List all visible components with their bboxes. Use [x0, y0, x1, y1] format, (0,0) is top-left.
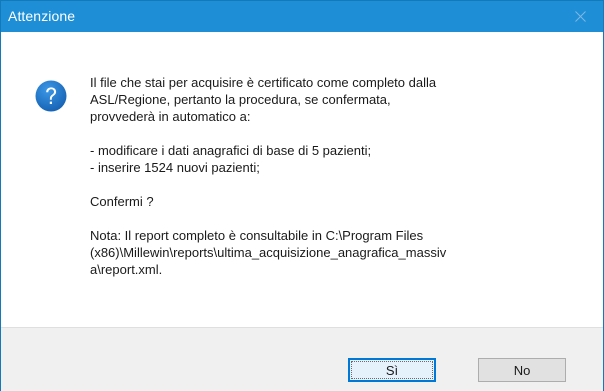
no-button[interactable]: No	[478, 358, 566, 382]
close-button[interactable]	[557, 1, 603, 32]
confirm-question: Confermi ?	[90, 194, 154, 209]
close-icon	[574, 11, 586, 22]
confirmation-dialog: Attenzione Il file che stai per acquisir…	[0, 0, 604, 391]
dialog-content: Il file che stai per acquisire è certifi…	[1, 32, 603, 327]
note-line: (x86)\Millewin\reports\ultima_acquisizio…	[90, 245, 447, 260]
no-button-label: No	[513, 362, 531, 378]
note-line: Nota: Il report completo è consultabile …	[90, 228, 424, 243]
message-text: Il file che stai per acquisire è certifi…	[90, 74, 580, 278]
message-line: Il file che stai per acquisire è certifi…	[90, 75, 437, 90]
note-line: a\report.xml.	[90, 262, 163, 277]
message-line: ASL/Regione, pertanto la procedura, se c…	[90, 92, 391, 107]
bullet-line: - inserire 1524 nuovi pazienti;	[90, 160, 260, 175]
title-bar[interactable]: Attenzione	[1, 1, 603, 32]
window-title: Attenzione	[8, 8, 76, 24]
button-bar: Sì No	[1, 327, 603, 391]
yes-button[interactable]: Sì	[348, 358, 436, 382]
bullet-line: - modificare i dati anagrafici di base d…	[90, 143, 372, 158]
message-line: provvederà in automatico a:	[90, 109, 251, 124]
question-icon	[35, 80, 67, 112]
yes-button-label: Sì	[385, 362, 399, 378]
